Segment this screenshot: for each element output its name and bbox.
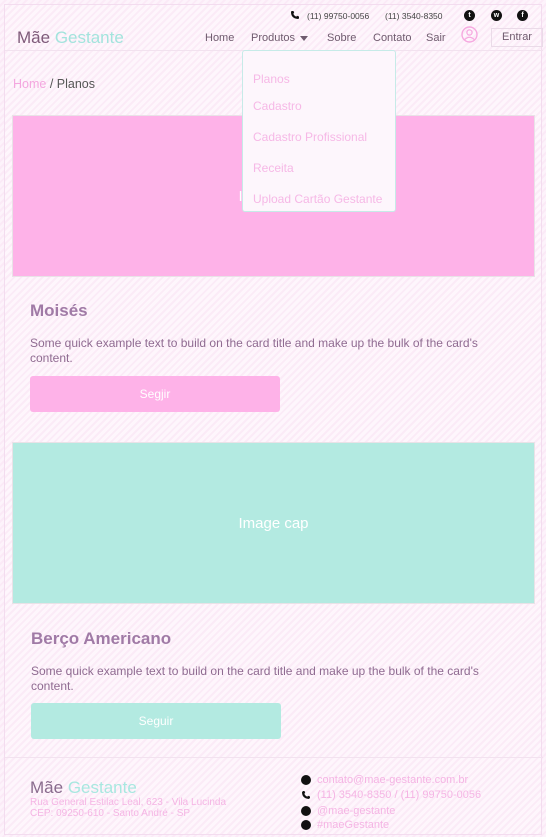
footer-brand-part-1: Mãe bbox=[30, 778, 64, 797]
email-icon bbox=[301, 775, 311, 785]
nav-contato[interactable]: Contato bbox=[373, 32, 412, 44]
contact-bar: (11) 99750-0056 (11) 3540-8350 t w f bbox=[5, 9, 543, 25]
footer-twitter[interactable]: #maeGestante bbox=[317, 819, 389, 831]
breadcrumb: Home / Planos bbox=[13, 77, 95, 91]
footer-address-line-1: Rua General Estilac Leal, 623 - Vila Luc… bbox=[30, 797, 227, 808]
breadcrumb-separator: / bbox=[46, 77, 57, 91]
dropdown-item-cadastro-profissional[interactable]: Cadastro Profissional bbox=[253, 130, 367, 144]
breadcrumb-home[interactable]: Home bbox=[13, 77, 46, 91]
footer-address-line-2: CEP: 09250-610 - Santo André - SP bbox=[30, 808, 191, 819]
card-text: Some quick example text to build on the … bbox=[30, 336, 478, 365]
nav-sobre[interactable]: Sobre bbox=[327, 32, 356, 44]
footer: Mãe Gestante Rua General Estilac Leal, 6… bbox=[5, 757, 543, 836]
card-image: Image cap bbox=[12, 442, 535, 604]
navbar: Mãe Gestante Home Produtos Sobre Contato… bbox=[5, 25, 543, 51]
dropdown-item-receita[interactable]: Receita bbox=[253, 161, 294, 175]
image-caption: Image cap bbox=[238, 515, 309, 532]
card-title: Moisés bbox=[30, 301, 88, 320]
footer-brand-part-2: Gestante bbox=[67, 778, 137, 797]
footer-brand: Mãe Gestante bbox=[30, 778, 137, 798]
brand-part-1: Mãe bbox=[17, 28, 51, 47]
facebook-icon[interactable]: f bbox=[517, 10, 528, 21]
follow-button[interactable]: Segjir bbox=[30, 376, 280, 412]
nav-produtos-label: Produtos bbox=[251, 32, 296, 44]
twitter-icon[interactable]: t bbox=[464, 10, 475, 21]
footer-facebook[interactable]: @mae-gestante bbox=[317, 805, 395, 817]
phone-icon bbox=[302, 791, 310, 799]
nav-produtos[interactable]: Produtos bbox=[251, 32, 309, 44]
follow-button[interactable]: Seguir bbox=[31, 703, 281, 739]
footer-phones: (11) 3540-8350 / (11) 99750-0056 bbox=[317, 789, 482, 801]
card-text: Some quick example text to build on the … bbox=[31, 664, 479, 693]
brand-logo[interactable]: Mãe Gestante bbox=[17, 28, 124, 48]
dropdown-item-planos[interactable]: Planos bbox=[253, 72, 290, 86]
card-title: Berço Americano bbox=[31, 629, 172, 648]
whatsapp-icon[interactable]: w bbox=[491, 10, 502, 21]
breadcrumb-current: Planos bbox=[56, 77, 95, 91]
footer-email[interactable]: contato@mae-gestante.com.br bbox=[317, 774, 468, 786]
nav-home[interactable]: Home bbox=[205, 32, 234, 44]
nav-sair[interactable]: Sair bbox=[426, 32, 446, 44]
dropdown-item-upload-cartao[interactable]: Upload Cartão Gestante bbox=[253, 192, 382, 206]
caret-down-icon bbox=[300, 35, 309, 41]
brand-part-2: Gestante bbox=[54, 28, 124, 47]
twitter-icon bbox=[301, 820, 311, 830]
user-icon[interactable] bbox=[461, 26, 478, 43]
dropdown-item-cadastro[interactable]: Cadastro bbox=[253, 99, 302, 113]
phone-icon bbox=[291, 11, 299, 19]
login-button[interactable]: Entrar bbox=[491, 28, 543, 47]
phone-number-1: (11) 99750-0056 bbox=[307, 11, 370, 21]
facebook-icon bbox=[301, 806, 311, 816]
phone-number-2: (11) 3540-8350 bbox=[385, 11, 443, 21]
page: (11) 99750-0056 (11) 3540-8350 t w f Mãe… bbox=[4, 4, 543, 836]
produtos-dropdown-menu: Planos Cadastro Cadastro Profissional Re… bbox=[242, 50, 396, 212]
